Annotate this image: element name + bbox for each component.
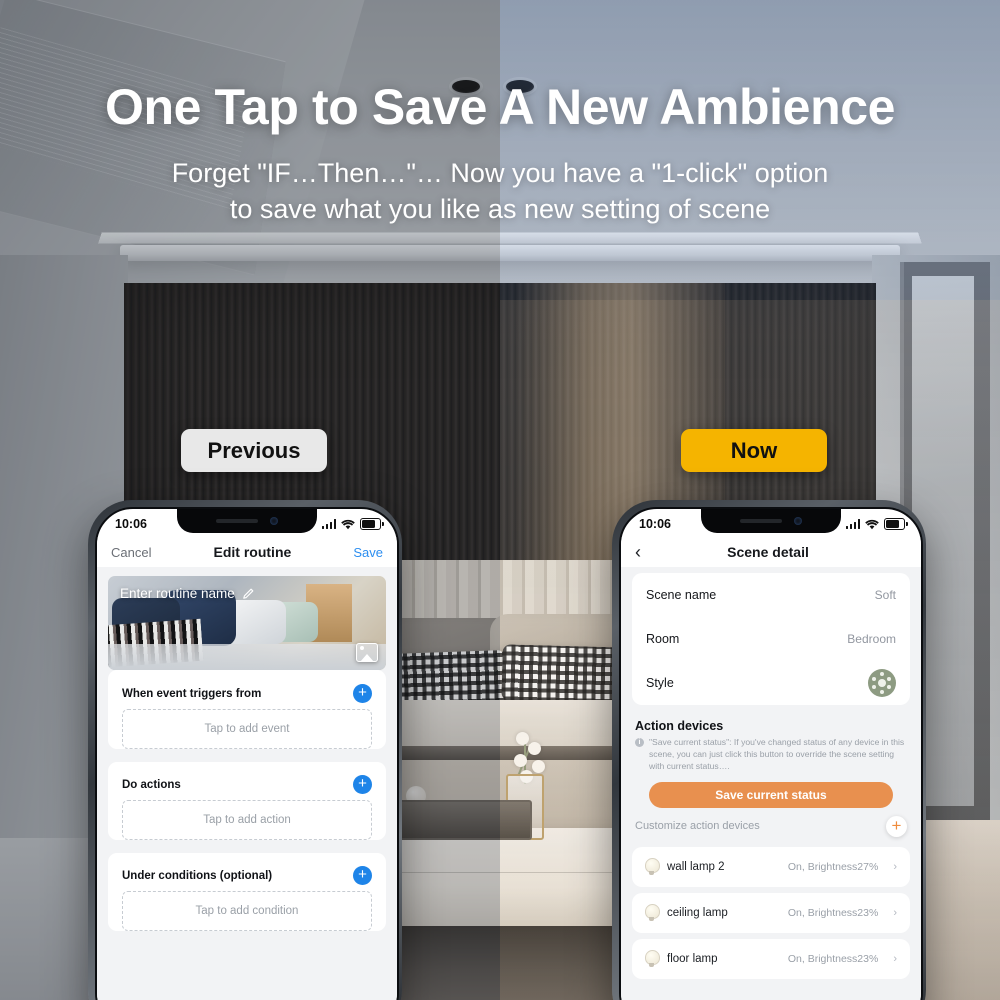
page-title: One Tap to Save A New Ambience (104, 79, 896, 135)
phone-notch-right (701, 509, 841, 533)
row-style[interactable]: Style (632, 661, 910, 705)
photo-picker-icon[interactable] (356, 643, 378, 662)
value-room: Bedroom (847, 632, 896, 646)
screen-body-left: Enter routine name When event triggers f… (97, 567, 397, 1000)
routine-name-placeholder: Enter routine name (120, 586, 235, 601)
status-time: 10:06 (115, 517, 147, 531)
wifi-icon (865, 519, 879, 529)
add-condition-dropzone[interactable]: Tap to add condition (122, 891, 372, 931)
front-camera-icon (794, 517, 802, 525)
earpiece-speaker-icon (740, 519, 782, 523)
nav-bar-left: Cancel Edit routine Save (97, 537, 397, 567)
device-name: wall lamp 2 (667, 860, 725, 873)
chevron-right-icon: › (893, 952, 897, 965)
chevron-right-icon: › (893, 860, 897, 873)
cellular-bars-icon (845, 519, 860, 529)
screen-body-right: Scene name Soft Room Bedroom Style Actio… (621, 567, 921, 1000)
pencil-icon (243, 588, 254, 599)
status-time: 10:06 (639, 517, 671, 531)
scene-fields-card: Scene name Soft Room Bedroom Style (632, 573, 910, 705)
section-card-trigger: When event triggers from + Tap to add ev… (108, 670, 386, 749)
phone-left-previous-app: 10:06 Cancel Edit routine Save Enter rou… (88, 500, 402, 1000)
device-row-wall-lamp-2[interactable]: wall lamp 2 On, Brightness27% › (632, 846, 910, 887)
chevron-right-icon: › (893, 906, 897, 919)
front-camera-icon (270, 517, 278, 525)
phone-right-now-app: 10:06 ‹ Scene detail Scene name Soft Roo… (612, 500, 926, 1000)
section-title-trigger: When event triggers from (122, 687, 262, 700)
bulb-icon (645, 858, 660, 876)
hero-subtitle-line-2: to save what you like as new setting of … (229, 193, 771, 224)
row-scene-name[interactable]: Scene name Soft (632, 573, 910, 617)
device-name: floor lamp (667, 952, 718, 965)
label-now: Now (681, 429, 827, 472)
section-title-conditions: Under conditions (optional) (122, 869, 273, 882)
info-circle-icon: i (635, 737, 644, 747)
action-devices-note: i "Save current status": If you've chang… (621, 736, 921, 773)
routine-cover-image[interactable]: Enter routine name (108, 576, 386, 670)
section-title-action-devices: Action devices (635, 719, 724, 733)
device-name: ceiling lamp (667, 906, 728, 919)
routine-name-field[interactable]: Enter routine name (120, 586, 254, 601)
label-room: Room (646, 632, 680, 646)
battery-icon (884, 518, 908, 530)
device-row-ceiling-lamp[interactable]: ceiling lamp On, Brightness23% › (632, 892, 910, 933)
save-current-status-button[interactable]: Save current status (649, 781, 893, 808)
chevron-left-icon[interactable]: ‹ (635, 543, 641, 561)
value-scene-name: Soft (874, 588, 896, 602)
section-card-conditions: Under conditions (optional) + Tap to add… (108, 853, 386, 931)
device-row-floor-lamp[interactable]: floor lamp On, Brightness23% › (632, 938, 910, 979)
device-state: On, Brightness27% (787, 860, 879, 873)
battery-icon (360, 518, 384, 530)
label-previous: Previous (181, 429, 327, 472)
bulb-icon (645, 904, 660, 922)
cancel-button[interactable]: Cancel (111, 545, 151, 560)
add-device-button[interactable]: + (886, 815, 907, 837)
screen-title-scene-detail: Scene detail (727, 544, 809, 560)
hero-subtitle: Forget "IF…Then…"… Now you have a "1-cli… (0, 156, 1000, 228)
save-button[interactable]: Save (353, 545, 383, 560)
bulb-icon (645, 950, 660, 968)
section-card-actions: Do actions + Tap to add action (108, 762, 386, 840)
note-text: "Save current status": If you've changed… (649, 737, 905, 772)
add-event-button[interactable]: + (353, 684, 372, 703)
row-room[interactable]: Room Bedroom (632, 617, 910, 661)
style-brightness-icon[interactable] (868, 669, 896, 697)
phone-notch-left (177, 509, 317, 533)
wifi-icon (341, 519, 355, 529)
customize-action-devices-row: Customize action devices + (621, 808, 921, 841)
add-condition-button[interactable]: + (353, 866, 372, 885)
add-action-dropzone[interactable]: Tap to add action (122, 800, 372, 840)
cover-bedsheet (108, 644, 386, 670)
label-scene-name: Scene name (646, 588, 717, 602)
add-event-dropzone[interactable]: Tap to add event (122, 709, 372, 749)
add-action-button[interactable]: + (353, 775, 372, 794)
promo-banner: One Tap to Save A New Ambience Forget "I… (0, 0, 1000, 1000)
cellular-bars-icon (321, 519, 336, 529)
device-state: On, Brightness23% (787, 952, 879, 965)
earpiece-speaker-icon (216, 519, 258, 523)
nav-bar-right: ‹ Scene detail (621, 537, 921, 567)
section-title-actions: Do actions (122, 778, 181, 791)
device-state: On, Brightness23% (787, 906, 879, 919)
hero-subtitle-line-1: Forget "IF…Then…"… Now you have a "1-cli… (171, 158, 829, 188)
hero-text-block: One Tap to Save A New Ambience Forget "I… (0, 78, 1000, 228)
customize-label: Customize action devices (635, 820, 760, 833)
label-style: Style (646, 676, 674, 690)
screen-title-edit-routine: Edit routine (213, 544, 292, 560)
